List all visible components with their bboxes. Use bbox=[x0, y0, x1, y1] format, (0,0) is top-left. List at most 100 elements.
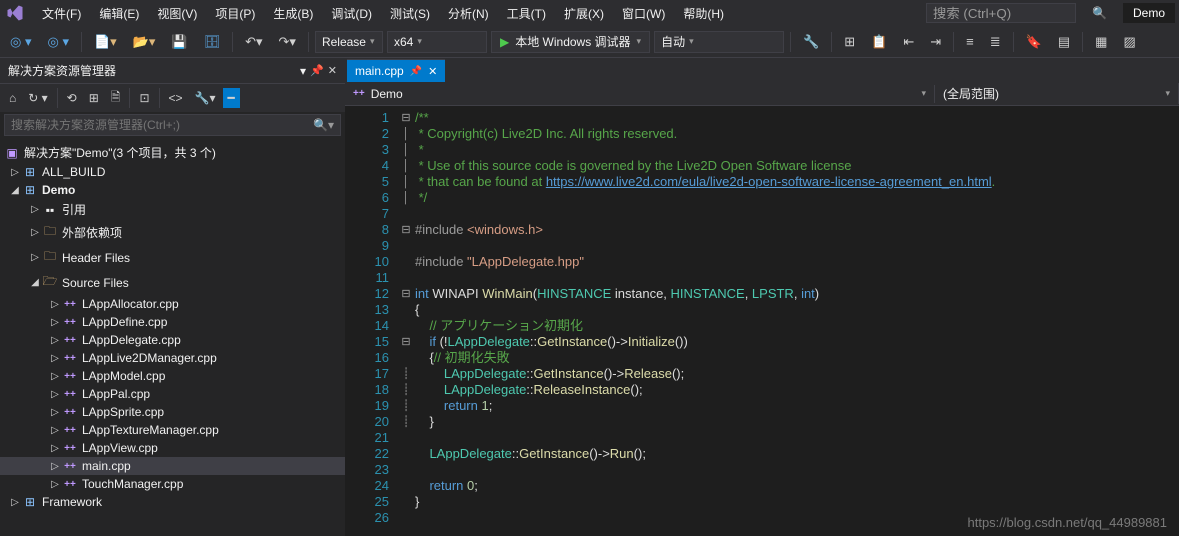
undo-icon[interactable]: ↶▾ bbox=[239, 30, 268, 54]
file-node[interactable]: ▷++LAppLive2DManager.cpp bbox=[0, 349, 345, 367]
expander-icon[interactable]: ▷ bbox=[48, 353, 62, 364]
file-node[interactable]: ▷++LAppView.cpp bbox=[0, 439, 345, 457]
fold-column[interactable]: ⊟│││││⊟⊟⊟┊┊┊┊ bbox=[397, 106, 415, 536]
pin-icon[interactable]: 📌 bbox=[410, 66, 422, 77]
expander-icon[interactable]: ▷ bbox=[48, 371, 62, 382]
file-node[interactable]: ▷++LAppDefine.cpp bbox=[0, 313, 345, 331]
auto-combo[interactable]: 自动▾ bbox=[654, 31, 784, 53]
tool-icon[interactable]: ▦ bbox=[1089, 30, 1113, 54]
tool-icon[interactable]: ▨ bbox=[1117, 30, 1141, 54]
save-all-icon[interactable]: 🗄 bbox=[198, 30, 227, 54]
node-label: LAppModel.cpp bbox=[82, 369, 165, 383]
scope-combo[interactable]: ++ Demo ▾ bbox=[345, 85, 935, 103]
file-node[interactable]: ▷++LAppPal.cpp bbox=[0, 385, 345, 403]
view-mode-icon[interactable]: ━ bbox=[223, 88, 240, 108]
expander-icon[interactable]: ▷ bbox=[48, 317, 62, 328]
platform-combo[interactable]: x64▾ bbox=[387, 31, 487, 53]
nav-fwd-icon[interactable]: ◎ ▾ bbox=[41, 30, 74, 54]
refs-node[interactable]: ▷ ▪▪ 引用 bbox=[0, 199, 345, 220]
close-icon[interactable]: ✕ bbox=[428, 65, 437, 78]
menu-test[interactable]: 测试(S) bbox=[382, 1, 438, 26]
uncomment-icon[interactable]: ≣ bbox=[984, 30, 1007, 54]
start-debug-button[interactable]: ▶ 本地 Windows 调试器 ▾ bbox=[491, 31, 650, 53]
filter-icon[interactable]: ⊞ bbox=[84, 88, 104, 108]
menu-debug[interactable]: 调试(D) bbox=[323, 1, 380, 26]
extdeps-node[interactable]: ▷ 🗀 外部依赖项 bbox=[0, 220, 345, 245]
menu-analyze[interactable]: 分析(N) bbox=[440, 1, 497, 26]
menu-help[interactable]: 帮助(H) bbox=[675, 1, 732, 26]
solution-node[interactable]: ▣ 解决方案"Demo"(3 个项目，共 3 个) bbox=[0, 142, 345, 163]
search-icon[interactable]: 🔍 bbox=[1084, 4, 1115, 22]
expander-icon[interactable]: ▷ bbox=[48, 443, 62, 454]
file-node[interactable]: ▷++LAppModel.cpp bbox=[0, 367, 345, 385]
wrench-icon[interactable]: 🔧▾ bbox=[190, 88, 221, 108]
menu-build[interactable]: 生成(B) bbox=[265, 1, 321, 26]
save-icon[interactable]: 💾 bbox=[165, 30, 193, 54]
bookmark-icon[interactable]: 🔖 bbox=[1020, 30, 1048, 54]
file-node[interactable]: ▷++LAppSprite.cpp bbox=[0, 403, 345, 421]
headers-node[interactable]: ▷ 🗀 Header Files bbox=[0, 245, 345, 270]
expander-icon[interactable]: ▷ bbox=[28, 227, 42, 238]
expander-icon[interactable]: ▷ bbox=[48, 299, 62, 310]
separator bbox=[1082, 32, 1083, 52]
menu-file[interactable]: 文件(F) bbox=[34, 1, 89, 26]
project-node-demo[interactable]: ◢ ⊞ Demo bbox=[0, 181, 345, 199]
expander-icon[interactable]: ▷ bbox=[28, 204, 42, 215]
expander-icon[interactable]: ▷ bbox=[48, 389, 62, 400]
menu-edit[interactable]: 编辑(E) bbox=[91, 1, 147, 26]
menu-view[interactable]: 视图(V) bbox=[149, 1, 205, 26]
expander-icon[interactable]: ▷ bbox=[48, 461, 62, 472]
config-combo[interactable]: Release▾ bbox=[315, 31, 383, 53]
expander-icon[interactable]: ▷ bbox=[8, 497, 22, 508]
node-label: LAppTextureManager.cpp bbox=[82, 423, 219, 437]
file-node[interactable]: ▷++LAppTextureManager.cpp bbox=[0, 421, 345, 439]
member-combo[interactable]: (全局范围) ▾ bbox=[935, 83, 1179, 104]
search-icon[interactable]: 🔍▾ bbox=[313, 118, 334, 132]
expander-icon[interactable]: ▷ bbox=[48, 407, 62, 418]
tool-icon[interactable]: ⊞ bbox=[838, 30, 861, 54]
file-node-main[interactable]: ▷++main.cpp bbox=[0, 457, 345, 475]
sources-node[interactable]: ◢ 🗁 Source Files bbox=[0, 270, 345, 295]
redo-icon[interactable]: ↷▾ bbox=[273, 30, 302, 54]
expander-icon[interactable]: ◢ bbox=[28, 277, 42, 288]
refresh-icon[interactable]: ↻ ▾ bbox=[23, 88, 52, 108]
code-editor[interactable]: 1234567891011121314151617181920212223242… bbox=[345, 106, 1179, 536]
expander-icon[interactable]: ▷ bbox=[48, 479, 62, 490]
project-node-framework[interactable]: ▷ ⊞ Framework bbox=[0, 493, 345, 511]
tool-icon[interactable]: ▤ bbox=[1052, 30, 1076, 54]
file-node[interactable]: ▷++TouchManager.cpp bbox=[0, 475, 345, 493]
menu-window[interactable]: 窗口(W) bbox=[614, 1, 673, 26]
tool-icon[interactable]: 🔧 bbox=[797, 30, 825, 54]
open-icon[interactable]: 📂▾ bbox=[127, 30, 162, 54]
indent-in-icon[interactable]: ⇥ bbox=[924, 30, 947, 54]
menu-extensions[interactable]: 扩展(X) bbox=[556, 1, 612, 26]
show-all-icon[interactable]: 🗎 bbox=[106, 85, 126, 112]
sidebar-search-input[interactable] bbox=[11, 118, 313, 132]
sync-icon[interactable]: ⟲ bbox=[62, 88, 82, 108]
home-icon[interactable]: ⌂ bbox=[4, 88, 21, 108]
expander-icon[interactable]: ◢ bbox=[8, 185, 22, 196]
tab-main-cpp[interactable]: main.cpp 📌 ✕ bbox=[347, 59, 445, 82]
project-node-allbuild[interactable]: ▷ ⊞ ALL_BUILD bbox=[0, 163, 345, 181]
sidebar-search[interactable]: 🔍▾ bbox=[4, 114, 341, 136]
pin-icon[interactable]: 📌 bbox=[310, 64, 324, 78]
new-file-icon[interactable]: 📄▾ bbox=[88, 30, 123, 54]
close-icon[interactable]: ✕ bbox=[328, 64, 337, 78]
window-position-icon[interactable]: ▾ bbox=[300, 64, 306, 78]
code-content[interactable]: /** * Copyright(c) Live2D Inc. All right… bbox=[415, 106, 1179, 536]
file-node[interactable]: ▷++LAppAllocator.cpp bbox=[0, 295, 345, 313]
nav-back-icon[interactable]: ◎ ▾ bbox=[4, 30, 37, 54]
comment-icon[interactable]: ≡ bbox=[960, 30, 980, 53]
indent-out-icon[interactable]: ⇤ bbox=[897, 30, 920, 54]
expander-icon[interactable]: ▷ bbox=[48, 425, 62, 436]
file-node[interactable]: ▷++LAppDelegate.cpp bbox=[0, 331, 345, 349]
tool-icon[interactable]: 📋 bbox=[865, 30, 893, 54]
code-icon[interactable]: <> bbox=[164, 88, 188, 108]
expander-icon[interactable]: ▷ bbox=[28, 252, 42, 263]
properties-icon[interactable]: ⊡ bbox=[134, 88, 154, 108]
quick-launch-input[interactable] bbox=[926, 3, 1076, 23]
menu-project[interactable]: 项目(P) bbox=[207, 1, 263, 26]
expander-icon[interactable]: ▷ bbox=[48, 335, 62, 346]
expander-icon[interactable]: ▷ bbox=[8, 167, 22, 178]
menu-tools[interactable]: 工具(T) bbox=[499, 1, 554, 26]
